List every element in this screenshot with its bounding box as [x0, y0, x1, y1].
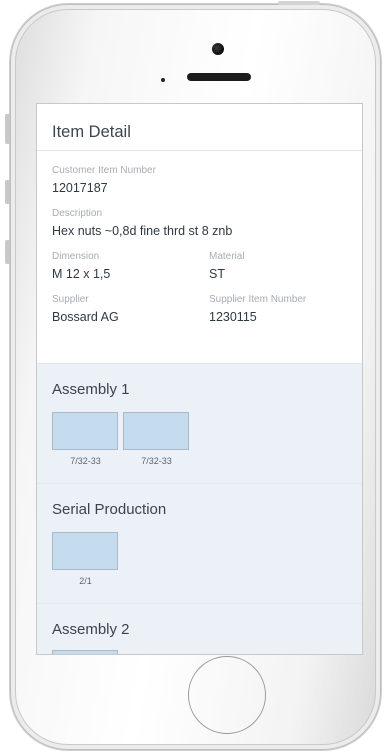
dimension-value: M 12 x 1,5	[52, 267, 111, 281]
customer-item-number-label: Customer Item Number	[52, 165, 156, 176]
volume-down-button[interactable]	[5, 240, 10, 264]
thumbnail-caption: 2/1	[79, 576, 92, 586]
drawing-thumbnail[interactable]: 2/1	[52, 532, 119, 586]
thumbnail-image	[123, 412, 189, 450]
supplier-value: Bossard AG	[52, 310, 119, 324]
volume-up-button[interactable]	[5, 180, 10, 204]
drawing-thumbnail[interactable]: 7/32-33	[52, 412, 119, 466]
drawing-thumbnail[interactable]: 7/32-33	[123, 412, 190, 466]
section-serial-production: Serial Production 2/1	[37, 484, 362, 604]
dimension-label: Dimension	[52, 251, 100, 262]
section-assembly-2: Assembly 2	[37, 604, 362, 654]
home-button[interactable]	[188, 656, 266, 734]
section-title: Serial Production	[52, 501, 167, 518]
thumbnail-caption: 7/32-33	[70, 456, 101, 466]
supplier-label: Supplier	[52, 294, 89, 305]
description-value: Hex nuts ~0,8d fine thrd st 8 znb	[52, 224, 233, 238]
material-label: Material	[209, 251, 245, 262]
drawing-thumbnail[interactable]	[52, 650, 119, 654]
thumbnail-caption: 7/32-33	[141, 456, 172, 466]
description-label: Description	[52, 208, 103, 219]
supplier-item-number-label: Supplier Item Number	[209, 294, 307, 305]
section-title: Assembly 1	[52, 381, 130, 398]
section-assembly-1: Assembly 1 7/32-33 7/32-33	[37, 364, 362, 484]
thumbnail-image	[52, 650, 118, 654]
item-detail-card: Customer Item Number 12017187 Descriptio…	[37, 151, 362, 364]
power-button[interactable]	[278, 1, 320, 5]
thumbnail-image	[52, 412, 118, 450]
camera-icon	[212, 43, 224, 55]
customer-item-number-value: 12017187	[52, 181, 108, 195]
earpiece-speaker	[187, 73, 251, 81]
mute-switch[interactable]	[5, 114, 10, 144]
page-title: Item Detail	[37, 104, 362, 151]
supplier-item-number-value: 1230115	[209, 310, 257, 324]
material-value: ST	[209, 267, 225, 281]
sensor-dot	[161, 78, 165, 82]
app-screen: Item Detail Customer Item Number 1201718…	[36, 103, 363, 655]
thumbnail-image	[52, 532, 118, 570]
section-title: Assembly 2	[52, 621, 130, 638]
